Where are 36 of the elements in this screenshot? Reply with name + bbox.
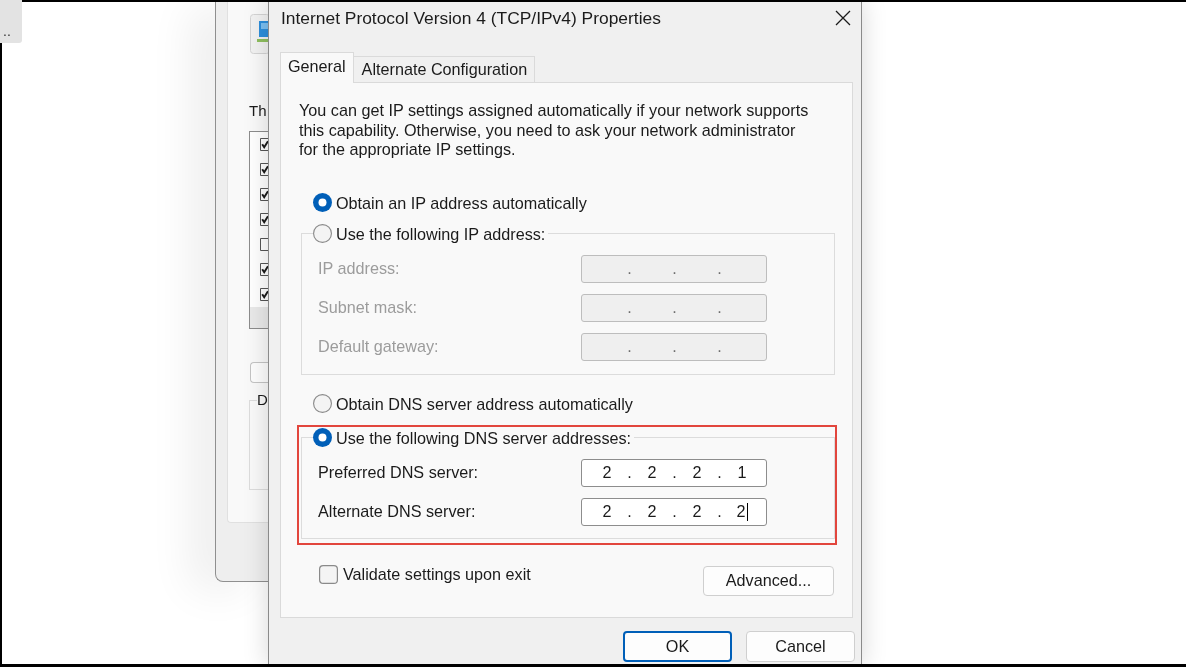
component-checkbox[interactable]	[260, 213, 268, 226]
radio-button-icon[interactable]	[313, 428, 332, 447]
radio-option[interactable]: Obtain DNS server address automatically	[313, 393, 633, 414]
window-title: Internet Protocol Version 4 (TCP/IPv4) Properties	[281, 7, 661, 29]
field-label: Subnet mask:	[318, 298, 418, 317]
dialog-button[interactable]: Cancel	[746, 631, 855, 662]
component-checkbox[interactable]	[260, 263, 268, 276]
radio-option[interactable]: Obtain an IP address automatically	[313, 192, 587, 213]
group-label: D	[257, 391, 268, 409]
tab[interactable]: Alternate Configuration	[353, 56, 536, 82]
advanced-button[interactable]: Advanced...	[703, 565, 834, 596]
label-text: Th	[249, 101, 267, 121]
field-label: Alternate DNS server:	[318, 502, 477, 521]
radio-button-icon[interactable]	[313, 224, 332, 243]
field-label: Default gateway:	[318, 337, 440, 356]
validate-checkbox[interactable]: Validate settings upon exit	[319, 564, 531, 584]
field-label: IP address:	[318, 259, 401, 278]
checkbox-icon[interactable]	[319, 564, 338, 584]
horizontal-scrollbar[interactable]	[250, 307, 268, 328]
radio-option[interactable]: Use the following IP address:	[313, 223, 546, 244]
component-checkbox[interactable]	[260, 238, 268, 251]
description-text: You can get IP settings assigned automatically if your network supports this capability. Otherwise, you need to ask your network administrator for the appropriate IP settings.	[299, 101, 810, 160]
tab[interactable]: General	[280, 52, 354, 83]
component-checkbox[interactable]	[260, 188, 268, 201]
component-checkbox[interactable]	[260, 138, 268, 151]
ip-address-field[interactable]: 2 . 2 . 2 . 1	[581, 458, 767, 487]
close-icon[interactable]	[835, 10, 851, 26]
dialog-button[interactable]: OK	[623, 631, 732, 662]
radio-button-icon[interactable]	[313, 193, 332, 212]
component-checkbox[interactable]	[260, 288, 268, 301]
component-checkbox[interactable]	[260, 163, 268, 176]
radio-button-icon[interactable]	[313, 394, 332, 413]
toolbar-button[interactable]: ..	[0, 0, 22, 43]
field-label: Preferred DNS server:	[318, 463, 480, 482]
radio-option[interactable]: Use the following DNS server addresses:	[313, 427, 632, 448]
ip-address-field[interactable]: 2 . 2 . 2 . 2	[581, 497, 767, 526]
